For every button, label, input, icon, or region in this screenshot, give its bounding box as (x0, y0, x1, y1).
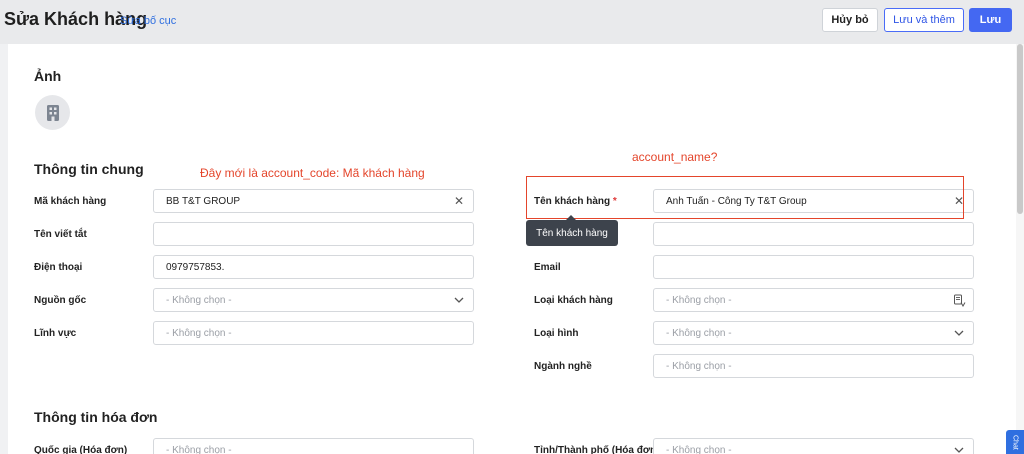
save-button[interactable]: Lưu (969, 8, 1012, 32)
industry-field-placeholder: - Không chọn - (166, 327, 232, 339)
profession-select[interactable]: - Không chọn - (653, 354, 974, 378)
customer-type-picker[interactable]: - Không chọn - (653, 288, 974, 312)
customer-code-input[interactable]: BB T&T GROUP ✕ (153, 189, 474, 213)
edit-layout-link[interactable]: Sửa bố cục (120, 15, 176, 27)
business-type-select[interactable]: - Không chọn - (653, 321, 974, 345)
annotation-highlight-box (526, 176, 964, 219)
business-type-placeholder: - Không chọn - (666, 327, 732, 339)
cancel-button[interactable]: Hủy bỏ (822, 8, 878, 32)
source-placeholder: - Không chọn - (166, 294, 232, 306)
source-label: Nguồn gốc (34, 295, 87, 306)
phone-input[interactable]: 0979757853. (153, 255, 474, 279)
short-name-label: Tên viết tắt (34, 229, 87, 240)
scrollbar-thumb[interactable] (1017, 44, 1023, 214)
profession-label: Ngành nghề (534, 361, 592, 372)
invoice-province-placeholder: - Không chọn - (666, 444, 732, 454)
chevron-down-icon (952, 443, 966, 454)
invoice-country-label: Quốc gia (Hóa đơn) (34, 445, 128, 454)
invoice-country-select[interactable]: - Không chọn - (153, 438, 474, 454)
account-code-annotation: Đây mới là account_code: Mã khách hàng (200, 166, 425, 180)
customer-code-label: Mã khách hàng (34, 196, 107, 207)
industry-field-label: Lĩnh vực (34, 328, 77, 339)
picker-icon[interactable] (952, 293, 966, 307)
business-type-label: Loại hình (534, 328, 579, 339)
second-right-input[interactable] (653, 222, 974, 246)
short-name-input[interactable] (153, 222, 474, 246)
save-and-add-button[interactable]: Lưu và thêm (884, 8, 964, 32)
customer-name-tooltip: Tên khách hàng (526, 215, 618, 246)
invoice-country-placeholder: - Không chọn - (166, 444, 232, 454)
industry-field-select[interactable]: - Không chọn - (153, 321, 474, 345)
email-label: Email (534, 262, 561, 273)
invoice-section-title: Thông tin hóa đơn (34, 409, 158, 425)
source-select[interactable]: - Không chọn - (153, 288, 474, 312)
invoice-province-label: Tỉnh/Thành phố (Hóa đơn) (534, 445, 660, 454)
phone-label: Điện thoại (34, 262, 83, 273)
account-name-annotation: account_name? (632, 150, 718, 164)
customer-type-placeholder: - Không chọn - (666, 294, 732, 306)
page-header: Sửa Khách hàng Sửa bố cục Hủy bỏ Lưu và … (0, 0, 1024, 44)
clear-icon[interactable]: ✕ (452, 194, 466, 208)
profession-placeholder: - Không chọn - (666, 360, 732, 372)
chat-button[interactable]: Chat (1006, 430, 1024, 454)
general-section-title: Thông tin chung (34, 161, 144, 177)
customer-code-value: BB T&T GROUP (166, 195, 241, 207)
customer-type-label: Loại khách hàng (534, 295, 613, 306)
avatar-upload[interactable] (35, 95, 70, 130)
email-input[interactable] (653, 255, 974, 279)
chevron-down-icon (952, 326, 966, 340)
invoice-province-select[interactable]: - Không chọn - (653, 438, 974, 454)
phone-value: 0979757853. (166, 261, 225, 273)
building-icon (46, 104, 59, 121)
photo-section-title: Ảnh (34, 68, 62, 84)
chevron-down-icon (452, 293, 466, 307)
form-panel (8, 44, 1016, 454)
